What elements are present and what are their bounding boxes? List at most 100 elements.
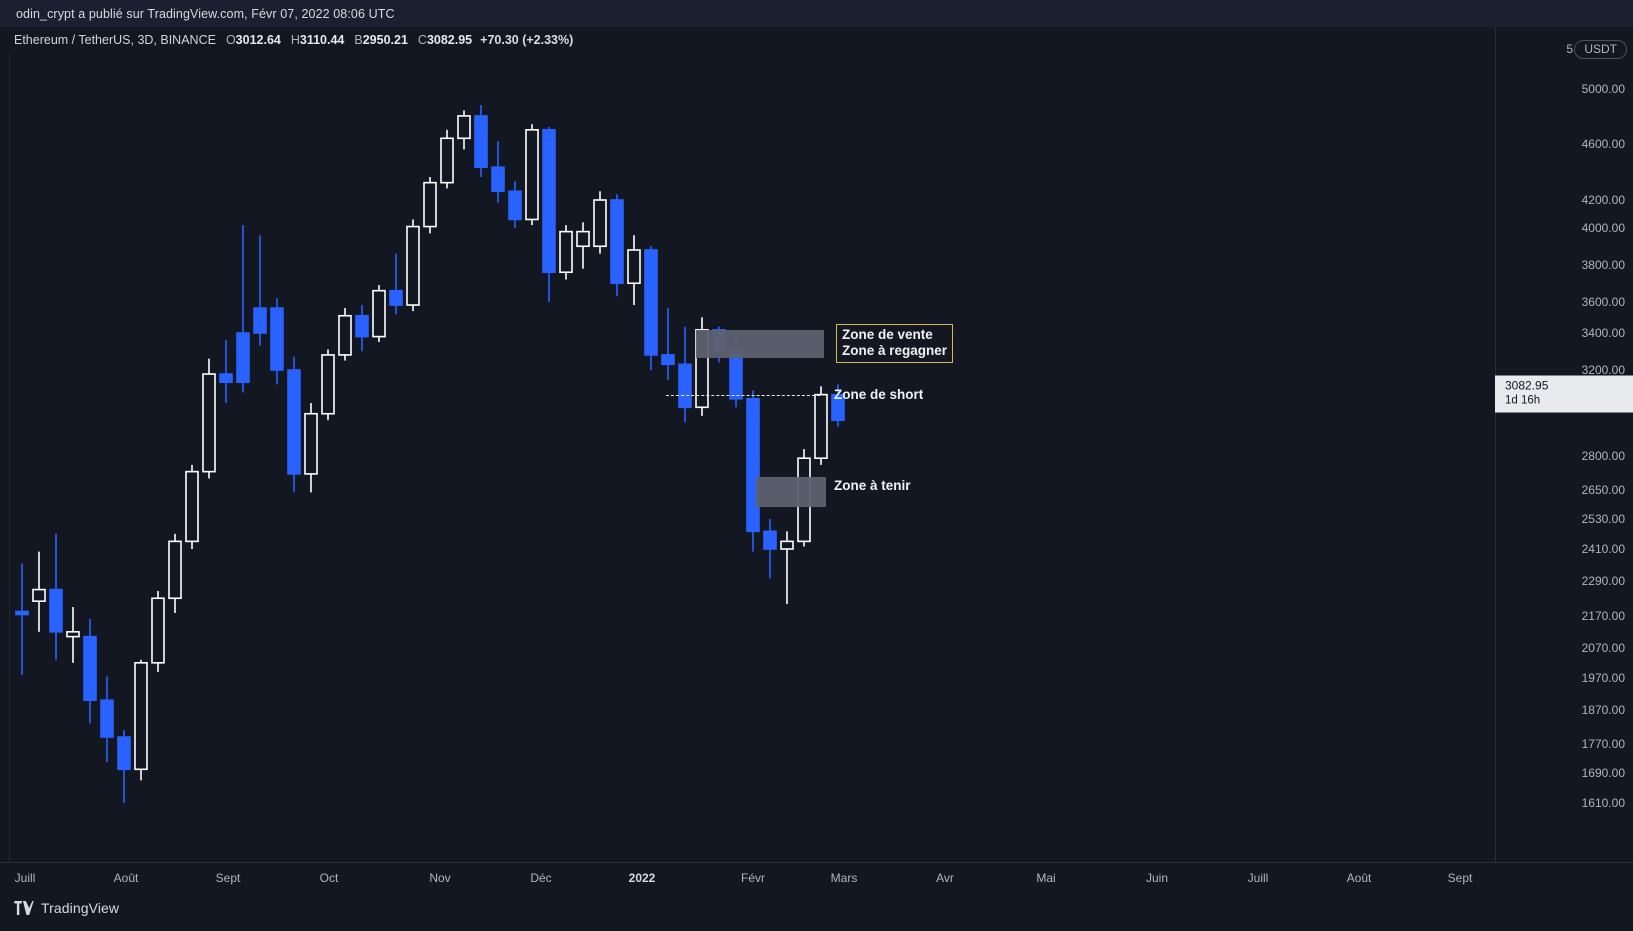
candle <box>559 225 573 280</box>
price-tick: 1690.00 <box>1581 766 1625 780</box>
candle <box>355 305 369 352</box>
candle <box>474 105 488 177</box>
time-tick: Sept <box>1447 871 1473 885</box>
candle <box>83 619 97 724</box>
time-tick: 2022 <box>628 871 656 885</box>
price-tick: 1870.00 <box>1581 703 1625 717</box>
candle <box>763 519 777 579</box>
symbol-label[interactable]: Ethereum / TetherUS, 3D, BINANCE <box>14 33 216 47</box>
candle <box>627 235 641 306</box>
candle <box>525 124 539 226</box>
time-tick: Nov <box>429 871 451 885</box>
price-tick: 2530.00 <box>1581 512 1625 526</box>
candle <box>49 533 63 660</box>
candle <box>644 246 658 370</box>
time-tick: Mars <box>830 871 858 885</box>
candle <box>134 659 148 781</box>
candle <box>729 331 743 408</box>
candle <box>610 194 624 297</box>
candle <box>389 253 403 315</box>
candle <box>117 730 131 803</box>
candle <box>661 308 675 381</box>
time-tick: Juin <box>1145 871 1169 885</box>
time-axis[interactable]: Juill Août Sept Oct Nov Déc 2022 Févr Mars Avr Mai… <box>0 862 1633 894</box>
time-tick: Oct <box>319 871 339 885</box>
candle <box>695 317 709 416</box>
ohlc-high: H3110.44 <box>290 33 345 47</box>
candle <box>831 384 845 427</box>
price-tick: 3400.00 <box>1581 326 1625 340</box>
publisher-bar: odin_crypt a publié sur TradingView.com,… <box>0 0 1633 27</box>
time-tick: Sept <box>215 871 241 885</box>
left-gutter <box>0 54 10 862</box>
candle <box>236 225 250 393</box>
price-tick: 2170.00 <box>1581 609 1625 623</box>
candle <box>321 349 335 421</box>
tradingview-logo[interactable]: TradingView <box>14 900 119 916</box>
time-tick: Août <box>113 871 139 885</box>
current-price-value: 3082.95 <box>1505 378 1549 393</box>
brand-name: TradingView <box>41 900 120 916</box>
ohlc-close: C3082.95 <box>417 33 473 47</box>
tradingview-chart-screenshot: odin_crypt a publié sur TradingView.com,… <box>0 0 1633 931</box>
candle <box>202 358 216 479</box>
candle <box>491 141 505 203</box>
candle <box>423 176 437 234</box>
price-tick: 4200.00 <box>1581 193 1625 207</box>
price-tick: 2290.00 <box>1581 574 1625 588</box>
time-tick: Juill <box>14 871 36 885</box>
unit-label: USDT <box>1584 42 1617 56</box>
price-tick: 1770.00 <box>1581 737 1625 751</box>
price-tick: 1970.00 <box>1581 671 1625 685</box>
candle <box>338 308 352 361</box>
candle <box>32 551 46 632</box>
price-tick: 2070.00 <box>1581 641 1625 655</box>
time-tick: Juill <box>1247 871 1269 885</box>
publisher-credit: odin_crypt a publié sur TradingView.com,… <box>16 6 395 21</box>
price-tick: 4600.00 <box>1581 137 1625 151</box>
price-change: +70.30 (+2.33%) <box>480 33 574 47</box>
candle <box>219 340 233 404</box>
candle <box>814 386 828 465</box>
ohlc-open: O3012.64 <box>225 33 281 47</box>
current-price-tag: 3082.95 1d 16h <box>1495 375 1633 413</box>
price-tick: 1610.00 <box>1581 796 1625 810</box>
candle <box>287 356 301 493</box>
price-tick: 3800.00 <box>1581 258 1625 272</box>
candle <box>372 285 386 343</box>
time-tick: Avr <box>936 871 954 885</box>
time-tick: Déc <box>530 871 552 885</box>
price-tick: 2410.00 <box>1581 542 1625 556</box>
candle <box>304 403 318 493</box>
candle <box>66 607 80 663</box>
ohlc-low: B2950.21 <box>354 33 408 47</box>
candle <box>797 449 811 547</box>
candle <box>151 591 165 672</box>
candle <box>576 222 590 269</box>
price-tick: 5000.00 <box>1581 82 1625 96</box>
price-tick: 3600.00 <box>1581 295 1625 309</box>
candle <box>100 676 114 762</box>
price-axis[interactable]: 5 USDT 5000.00 4600.00 4200.00 4000.00 3800.… <box>1495 27 1633 862</box>
chart-legend: Ethereum / TetherUS, 3D, BINANCE O3012.6… <box>14 33 573 47</box>
candle <box>746 390 760 552</box>
candlestick-series <box>15 105 845 803</box>
candle <box>712 326 726 363</box>
price-tick: 2800.00 <box>1581 449 1625 463</box>
candle <box>457 110 471 150</box>
chart-pane[interactable] <box>0 27 1495 862</box>
tradingview-mark-icon <box>14 901 34 915</box>
currency-unit-pill[interactable]: 5 USDT <box>1566 40 1627 59</box>
candle <box>270 298 284 385</box>
unit-prefix-digit: 5 <box>1566 42 1574 56</box>
time-tick: Févr <box>741 871 765 885</box>
time-tick: Mai <box>1036 871 1056 885</box>
candle <box>185 464 199 549</box>
candle <box>678 326 692 423</box>
time-tick: Août <box>1346 871 1372 885</box>
bar-countdown: 1d 16h <box>1505 394 1541 407</box>
candle <box>440 129 454 189</box>
price-tick: 4000.00 <box>1581 221 1625 235</box>
candle <box>780 531 794 605</box>
candle <box>15 563 29 675</box>
